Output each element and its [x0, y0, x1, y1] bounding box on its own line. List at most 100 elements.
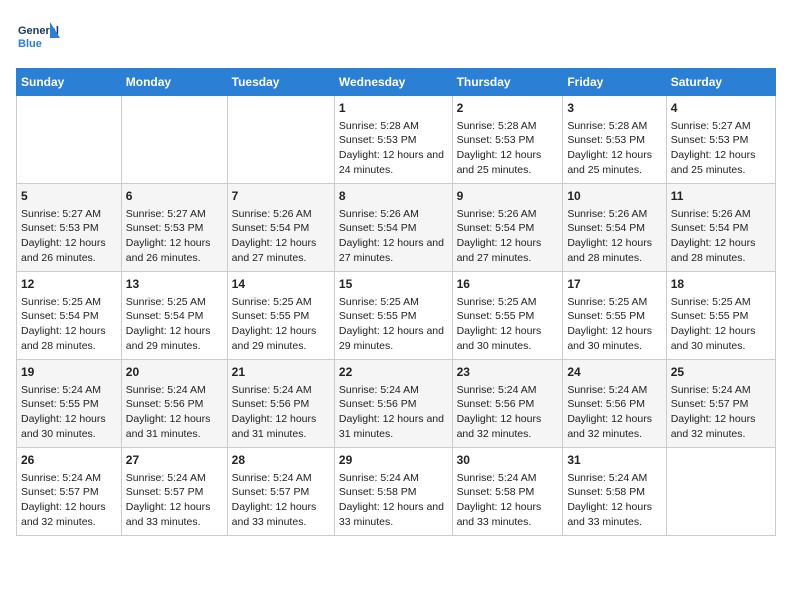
cell-4-6: 24 Sunrise: 5:24 AM Sunset: 5:56 PM Dayl… — [563, 360, 666, 448]
header-saturday: Saturday — [666, 69, 775, 96]
header-thursday: Thursday — [452, 69, 563, 96]
daylight-text: Daylight: 12 hours and 25 minutes. — [457, 148, 559, 177]
day-number: 20 — [126, 364, 223, 381]
daylight-text: Daylight: 12 hours and 25 minutes. — [567, 148, 661, 177]
cell-3-5: 16 Sunrise: 5:25 AM Sunset: 5:55 PM Dayl… — [452, 272, 563, 360]
cell-3-1: 12 Sunrise: 5:25 AM Sunset: 5:54 PM Dayl… — [17, 272, 122, 360]
daylight-text: Daylight: 12 hours and 26 minutes. — [126, 236, 223, 265]
day-number: 12 — [21, 276, 117, 293]
sunrise-text: Sunrise: 5:24 AM — [126, 471, 223, 486]
day-number: 26 — [21, 452, 117, 469]
cell-3-3: 14 Sunrise: 5:25 AM Sunset: 5:55 PM Dayl… — [227, 272, 334, 360]
daylight-text: Daylight: 12 hours and 24 minutes. — [339, 148, 448, 177]
week-row-4: 19 Sunrise: 5:24 AM Sunset: 5:55 PM Dayl… — [17, 360, 776, 448]
sunrise-text: Sunrise: 5:27 AM — [671, 119, 771, 134]
cell-4-4: 22 Sunrise: 5:24 AM Sunset: 5:56 PM Dayl… — [334, 360, 452, 448]
daylight-text: Daylight: 12 hours and 32 minutes. — [567, 412, 661, 441]
sunset-text: Sunset: 5:53 PM — [567, 133, 661, 148]
day-number: 28 — [232, 452, 330, 469]
daylight-text: Daylight: 12 hours and 33 minutes. — [232, 500, 330, 529]
sunrise-text: Sunrise: 5:25 AM — [21, 295, 117, 310]
day-number: 15 — [339, 276, 448, 293]
sunset-text: Sunset: 5:57 PM — [671, 397, 771, 412]
cell-1-6: 3 Sunrise: 5:28 AM Sunset: 5:53 PM Dayli… — [563, 96, 666, 184]
sunset-text: Sunset: 5:55 PM — [232, 309, 330, 324]
week-row-5: 26 Sunrise: 5:24 AM Sunset: 5:57 PM Dayl… — [17, 448, 776, 536]
daylight-text: Daylight: 12 hours and 26 minutes. — [21, 236, 117, 265]
daylight-text: Daylight: 12 hours and 30 minutes. — [457, 324, 559, 353]
sunrise-text: Sunrise: 5:28 AM — [339, 119, 448, 134]
daylight-text: Daylight: 12 hours and 32 minutes. — [671, 412, 771, 441]
header-row: SundayMondayTuesdayWednesdayThursdayFrid… — [17, 69, 776, 96]
cell-5-2: 27 Sunrise: 5:24 AM Sunset: 5:57 PM Dayl… — [121, 448, 227, 536]
daylight-text: Daylight: 12 hours and 31 minutes. — [126, 412, 223, 441]
sunset-text: Sunset: 5:57 PM — [126, 485, 223, 500]
cell-3-4: 15 Sunrise: 5:25 AM Sunset: 5:55 PM Dayl… — [334, 272, 452, 360]
daylight-text: Daylight: 12 hours and 28 minutes. — [671, 236, 771, 265]
day-number: 8 — [339, 188, 448, 205]
sunset-text: Sunset: 5:56 PM — [126, 397, 223, 412]
sunrise-text: Sunrise: 5:24 AM — [232, 383, 330, 398]
day-number: 16 — [457, 276, 559, 293]
day-number: 21 — [232, 364, 330, 381]
sunrise-text: Sunrise: 5:24 AM — [339, 471, 448, 486]
sunrise-text: Sunrise: 5:25 AM — [339, 295, 448, 310]
logo-svg: General Blue — [16, 16, 60, 60]
sunrise-text: Sunrise: 5:26 AM — [671, 207, 771, 222]
sunrise-text: Sunrise: 5:24 AM — [457, 383, 559, 398]
cell-2-6: 10 Sunrise: 5:26 AM Sunset: 5:54 PM Dayl… — [563, 184, 666, 272]
sunset-text: Sunset: 5:56 PM — [232, 397, 330, 412]
day-number: 5 — [21, 188, 117, 205]
daylight-text: Daylight: 12 hours and 33 minutes. — [567, 500, 661, 529]
sunrise-text: Sunrise: 5:25 AM — [671, 295, 771, 310]
page-header: General Blue — [16, 16, 776, 60]
sunrise-text: Sunrise: 5:24 AM — [21, 471, 117, 486]
sunset-text: Sunset: 5:54 PM — [339, 221, 448, 236]
sunrise-text: Sunrise: 5:28 AM — [457, 119, 559, 134]
cell-2-4: 8 Sunrise: 5:26 AM Sunset: 5:54 PM Dayli… — [334, 184, 452, 272]
day-number: 7 — [232, 188, 330, 205]
daylight-text: Daylight: 12 hours and 31 minutes. — [232, 412, 330, 441]
sunset-text: Sunset: 5:53 PM — [457, 133, 559, 148]
logo: General Blue — [16, 16, 60, 60]
header-wednesday: Wednesday — [334, 69, 452, 96]
daylight-text: Daylight: 12 hours and 30 minutes. — [21, 412, 117, 441]
sunrise-text: Sunrise: 5:24 AM — [671, 383, 771, 398]
cell-5-3: 28 Sunrise: 5:24 AM Sunset: 5:57 PM Dayl… — [227, 448, 334, 536]
sunset-text: Sunset: 5:53 PM — [126, 221, 223, 236]
cell-2-2: 6 Sunrise: 5:27 AM Sunset: 5:53 PM Dayli… — [121, 184, 227, 272]
day-number: 29 — [339, 452, 448, 469]
day-number: 24 — [567, 364, 661, 381]
sunset-text: Sunset: 5:54 PM — [671, 221, 771, 236]
cell-4-5: 23 Sunrise: 5:24 AM Sunset: 5:56 PM Dayl… — [452, 360, 563, 448]
sunset-text: Sunset: 5:54 PM — [21, 309, 117, 324]
sunrise-text: Sunrise: 5:24 AM — [457, 471, 559, 486]
cell-5-1: 26 Sunrise: 5:24 AM Sunset: 5:57 PM Dayl… — [17, 448, 122, 536]
cell-5-7 — [666, 448, 775, 536]
cell-4-7: 25 Sunrise: 5:24 AM Sunset: 5:57 PM Dayl… — [666, 360, 775, 448]
week-row-1: 1 Sunrise: 5:28 AM Sunset: 5:53 PM Dayli… — [17, 96, 776, 184]
sunrise-text: Sunrise: 5:27 AM — [126, 207, 223, 222]
daylight-text: Daylight: 12 hours and 31 minutes. — [339, 412, 448, 441]
daylight-text: Daylight: 12 hours and 27 minutes. — [339, 236, 448, 265]
sunrise-text: Sunrise: 5:24 AM — [339, 383, 448, 398]
day-number: 13 — [126, 276, 223, 293]
cell-5-4: 29 Sunrise: 5:24 AM Sunset: 5:58 PM Dayl… — [334, 448, 452, 536]
cell-1-1 — [17, 96, 122, 184]
day-number: 23 — [457, 364, 559, 381]
cell-4-2: 20 Sunrise: 5:24 AM Sunset: 5:56 PM Dayl… — [121, 360, 227, 448]
day-number: 3 — [567, 100, 661, 117]
day-number: 30 — [457, 452, 559, 469]
day-number: 1 — [339, 100, 448, 117]
sunset-text: Sunset: 5:53 PM — [339, 133, 448, 148]
sunrise-text: Sunrise: 5:25 AM — [126, 295, 223, 310]
daylight-text: Daylight: 12 hours and 33 minutes. — [339, 500, 448, 529]
cell-1-5: 2 Sunrise: 5:28 AM Sunset: 5:53 PM Dayli… — [452, 96, 563, 184]
cell-1-2 — [121, 96, 227, 184]
sunset-text: Sunset: 5:57 PM — [232, 485, 330, 500]
sunset-text: Sunset: 5:58 PM — [457, 485, 559, 500]
sunset-text: Sunset: 5:54 PM — [232, 221, 330, 236]
daylight-text: Daylight: 12 hours and 33 minutes. — [126, 500, 223, 529]
day-number: 9 — [457, 188, 559, 205]
week-row-3: 12 Sunrise: 5:25 AM Sunset: 5:54 PM Dayl… — [17, 272, 776, 360]
